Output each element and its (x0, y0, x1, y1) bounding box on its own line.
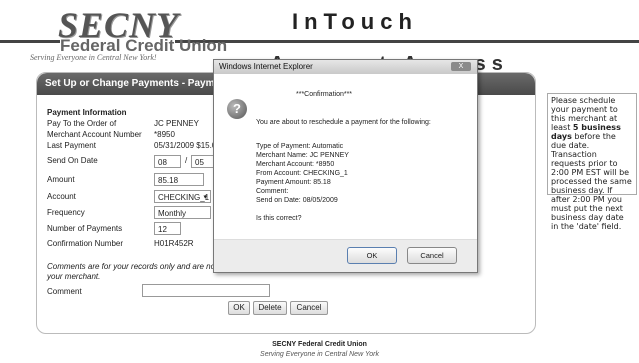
dialog-type: Type of Payment: Automatic (256, 143, 344, 150)
dialog-footer: OK Cancel (214, 239, 477, 272)
last-payment-value: 05/31/2009 $15.00 (154, 141, 221, 150)
merchant-value: *8950 (154, 130, 175, 139)
delete-button[interactable]: Delete (253, 301, 287, 315)
schedule-note-line3: Transaction requests prior to 2:00 PM ES… (551, 150, 632, 231)
footer-tagline: Serving Everyone in Central New York (260, 351, 379, 358)
section-heading: Payment Information (47, 108, 127, 117)
amount-label: Amount (47, 175, 75, 184)
dialog-confirmation-heading: ***Confirmation*** (296, 91, 353, 98)
confirmation-label: Confirmation Number (47, 239, 124, 248)
dialog-cancel-button[interactable]: Cancel (407, 247, 457, 264)
footer-name: SECNY Federal Credit Union (272, 341, 367, 348)
logo-tagline: Serving Everyone in Central New York! (30, 53, 157, 62)
frequency-select[interactable]: Monthly (154, 206, 211, 219)
comment-input[interactable] (142, 284, 270, 297)
dialog-send-on: Send on Date: 08/05/2009 (256, 197, 338, 204)
frequency-label: Frequency (47, 208, 85, 217)
num-payments-label: Number of Payments (47, 224, 123, 233)
cancel-button[interactable]: Cancel (290, 301, 328, 315)
confirmation-dialog: Windows Internet Explorer X ? ***Confirm… (213, 59, 478, 273)
comment-label: Comment (47, 287, 82, 296)
num-payments-input[interactable]: 12 (154, 222, 181, 235)
intouch-title: InTouch (292, 9, 418, 34)
confirmation-value: H01R452R (154, 239, 194, 248)
send-on-label: Send On Date (47, 156, 98, 165)
chevron-down-icon: ▾ (203, 194, 207, 201)
comments-note: Comments are for your records only and a… (47, 262, 232, 281)
account-label: Account (47, 192, 76, 201)
dialog-question: Is this correct? (256, 215, 302, 222)
dialog-merchant-name: Merchant Name: JC PENNEY (256, 152, 349, 159)
amount-input[interactable]: 85.18 (154, 173, 204, 186)
last-payment-label: Last Payment (47, 141, 96, 150)
dialog-from-account: From Account: CHECKING_1 (256, 170, 348, 177)
close-icon[interactable]: X (451, 62, 471, 71)
header-rule-right (175, 40, 639, 43)
schedule-note: Please schedule your payment to this mer… (547, 93, 637, 231)
dialog-intro: You are about to reschedule a payment fo… (256, 119, 431, 126)
pay-to-value: JC PENNEY (154, 119, 199, 128)
dialog-amount: Payment Amount: 85.18 (256, 179, 331, 186)
dialog-comment: Comment: (256, 188, 289, 195)
dialog-body: ? ***Confirmation*** You are about to re… (214, 74, 477, 240)
header-rule-left (0, 40, 60, 43)
merchant-label: Merchant Account Number (47, 130, 142, 139)
dialog-title: Windows Internet Explorer (214, 60, 477, 74)
account-select-value: CHECKING_1 (158, 193, 210, 202)
date-separator: / (185, 156, 188, 165)
pay-to-label: Pay To the Order of (47, 119, 117, 128)
ok-button[interactable]: OK (228, 301, 250, 315)
question-icon: ? (227, 99, 247, 119)
account-select[interactable]: CHECKING_1 ▾ (154, 190, 211, 203)
dialog-ok-button[interactable]: OK (347, 247, 397, 264)
dialog-merchant-account: Merchant Account: *8950 (256, 161, 335, 168)
send-month-select[interactable]: 08 (154, 155, 181, 168)
